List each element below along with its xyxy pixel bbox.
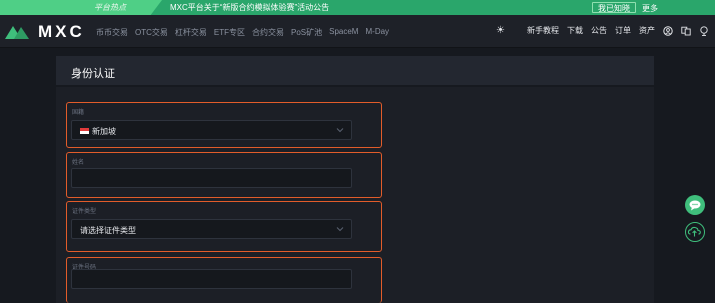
name-input[interactable] <box>71 168 352 188</box>
name-label: 姓名 <box>72 160 85 166</box>
logo-mark-icon <box>5 26 29 39</box>
nav-link-tutorial[interactable]: 新手教程 <box>527 25 559 36</box>
country-label: 国籍 <box>72 110 85 116</box>
identity-card-header: 身份认证 <box>56 56 654 85</box>
nav-link-mday[interactable]: M-Day <box>365 27 389 38</box>
chevron-down-icon <box>336 227 344 232</box>
nav-link-etf[interactable]: ETF专区 <box>214 27 245 38</box>
nav-link-contract[interactable]: 合约交易 <box>252 27 284 38</box>
announcement-text[interactable]: MXC平台关于“新版合约模拟体验赛”活动公告 <box>170 2 329 13</box>
announcement-tag-label: 平台热点 <box>94 3 126 12</box>
chevron-down-icon <box>336 128 344 133</box>
id-number-input[interactable] <box>71 269 352 289</box>
nav-link-otc[interactable]: OTC交易 <box>135 27 168 38</box>
page-title: 身份认证 <box>71 68 115 80</box>
id-type-field: 证件类型 请选择证件类型 <box>66 201 382 252</box>
theme-toggle-icon[interactable]: ☀ <box>496 25 505 36</box>
more-announcements-link[interactable]: 更多 <box>636 2 664 13</box>
cloud-upload-icon <box>687 226 701 237</box>
nav-links: 币币交易 OTC交易 杠杆交易 ETF专区 合约交易 PoS矿池 SpaceM … <box>96 27 389 38</box>
id-type-select[interactable]: 请选择证件类型 <box>71 219 352 239</box>
country-value: 新加坡 <box>80 126 116 137</box>
announcement-tag: 平台热点 <box>0 0 162 15</box>
nav-link-assets[interactable]: 资产 <box>639 25 655 36</box>
name-field: 姓名 <box>66 152 382 198</box>
language-icon[interactable] <box>681 26 691 36</box>
nav-link-announcements[interactable]: 公告 <box>591 25 607 36</box>
id-type-label: 证件类型 <box>72 209 97 215</box>
acknowledge-button[interactable]: 我已知晓 <box>592 2 636 13</box>
user-icon[interactable] <box>663 25 673 36</box>
id-type-value: 请选择证件类型 <box>80 226 136 235</box>
nav-link-spot[interactable]: 币币交易 <box>96 27 128 38</box>
chat-support-button[interactable] <box>685 195 705 215</box>
nav-link-margin[interactable]: 杠杆交易 <box>175 27 207 38</box>
country-select[interactable]: 新加坡 <box>71 120 352 140</box>
nav-link-download[interactable]: 下载 <box>567 25 583 36</box>
nav-right: ☀ 新手教程 下载 公告 订单 资产 <box>496 25 709 36</box>
country-value-text: 新加坡 <box>92 127 116 136</box>
cloud-upload-button[interactable] <box>685 222 705 242</box>
top-navigation: MXC 币币交易 OTC交易 杠杆交易 ETF专区 合约交易 PoS矿池 Spa… <box>0 15 715 48</box>
chat-icon <box>689 200 701 211</box>
announcement-bar: 平台热点 MXC平台关于“新版合约模拟体验赛”活动公告 我已知晓 更多 <box>0 0 715 15</box>
country-field: 国籍 新加坡 <box>66 102 382 148</box>
logo[interactable]: MXC <box>5 22 85 41</box>
globe-icon[interactable] <box>699 25 709 36</box>
nav-link-orders[interactable]: 订单 <box>615 25 631 36</box>
logo-text: MXC <box>38 22 85 41</box>
nav-link-spacem[interactable]: SpaceM <box>329 27 358 38</box>
nav-link-pos[interactable]: PoS矿池 <box>291 27 322 38</box>
id-number-field: 证件号码 <box>66 257 382 303</box>
singapore-flag-icon <box>80 127 89 134</box>
